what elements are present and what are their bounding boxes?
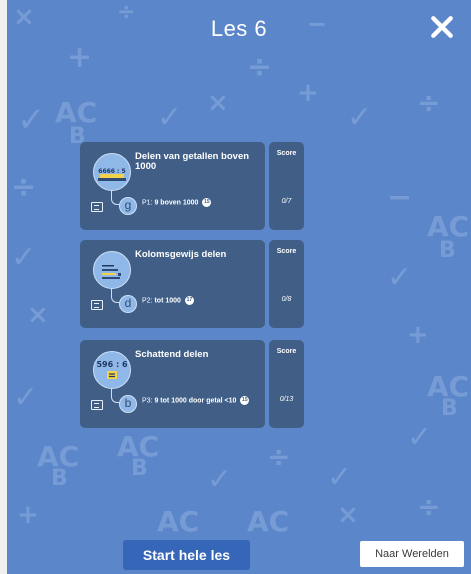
score-label: Score: [276, 150, 297, 157]
level-badge: b: [119, 395, 137, 413]
lesson-thumbnail-graphic: [102, 265, 121, 279]
score-box-1: Score 0/7: [269, 142, 304, 230]
lesson-title: Schattend delen: [135, 349, 209, 360]
close-icon[interactable]: [429, 14, 455, 40]
svg-text:596 : 6: 596 : 6: [96, 360, 127, 369]
score-value: 0/13: [279, 396, 294, 403]
start-lesson-button[interactable]: Start hele les: [123, 540, 250, 570]
count-badge: 17: [184, 296, 194, 305]
lesson-thumbnail-graphic: 596 : 6: [96, 360, 128, 379]
score-label: Score: [276, 248, 297, 255]
lesson-screen: × + ÷ ÷ − ✓ AC B ✓ × + ✓ ÷ ÷ ✓ × − AC B …: [7, 0, 471, 574]
lesson-card-1[interactable]: 6666 : 5 g Delen van getallen boven 1000…: [80, 142, 265, 230]
score-label: Score: [276, 348, 297, 355]
lesson-subtitle: P2: tot 1000 17: [142, 296, 194, 305]
lesson-subtitle: P1: 9 boven 1000 15: [142, 198, 212, 207]
score-box-2: Score 0/8: [269, 240, 304, 328]
lesson-thumbnail: [93, 251, 131, 289]
level-badge: g: [119, 197, 137, 215]
lesson-title: Kolomsgewijs delen: [135, 249, 227, 260]
lesson-thumbnail: 6666 : 5: [93, 153, 131, 191]
score-value: 0/7: [281, 198, 292, 205]
lesson-card-2[interactable]: d Kolomsgewijs delen P2: tot 1000 17: [80, 240, 265, 328]
worksheet-icon[interactable]: [91, 300, 103, 310]
lesson-card-3[interactable]: 596 : 6 b Schattend delen P3: 9 tot 1000…: [80, 340, 265, 428]
page-title: Les 6: [210, 16, 268, 41]
count-badge: 15: [202, 198, 212, 207]
lesson-subtitle: P3: 9 tot 1000 door getal <10 15: [142, 396, 250, 405]
worksheet-icon[interactable]: [91, 202, 103, 212]
to-worlds-button[interactable]: Naar Werelden: [360, 541, 464, 567]
score-value: 0/8: [281, 296, 292, 303]
lesson-title: Delen van getallen boven 1000: [135, 151, 250, 172]
count-badge: 15: [240, 396, 250, 405]
level-badge: d: [119, 295, 137, 313]
lesson-thumbnail-graphic: 6666 : 5: [98, 168, 126, 181]
worksheet-icon[interactable]: [91, 400, 103, 410]
lesson-thumbnail: 596 : 6: [93, 351, 131, 389]
score-box-3: Score 0/13: [269, 340, 304, 428]
svg-text:6666 : 5: 6666 : 5: [98, 168, 125, 175]
